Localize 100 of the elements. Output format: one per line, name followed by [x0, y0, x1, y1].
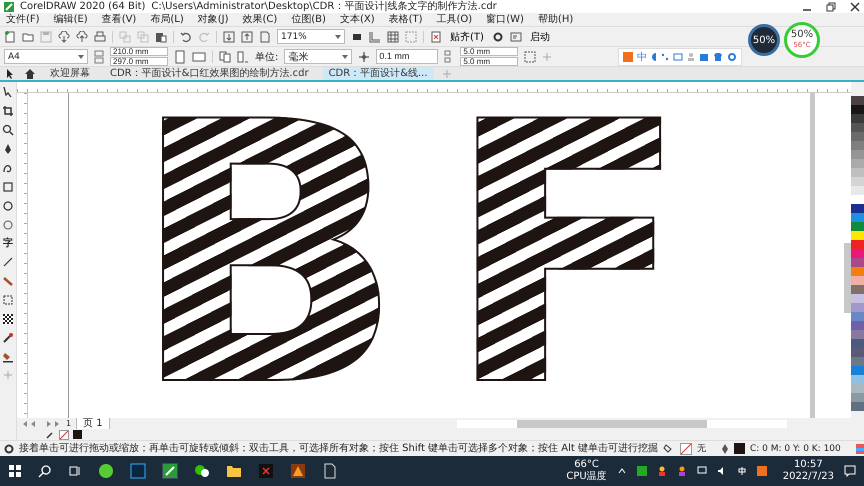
pen-app-icon[interactable] [162, 463, 178, 479]
print-icon[interactable] [94, 30, 106, 42]
zoom-tool-icon[interactable] [2, 124, 14, 136]
grid-icon[interactable] [387, 30, 399, 42]
duplicate-x-field[interactable]: 5.0 mm [460, 47, 518, 56]
page-height-field[interactable]: 297.0 mm [110, 57, 168, 66]
page-size-field[interactable]: A4 [4, 49, 88, 64]
curve-tool-icon[interactable] [2, 162, 14, 174]
folder-icon[interactable] [22, 30, 34, 42]
all-pages-icon[interactable] [219, 50, 231, 62]
palette-swatch[interactable] [851, 150, 864, 159]
crop-tool-icon[interactable] [2, 105, 14, 117]
palette-swatch[interactable] [851, 213, 864, 222]
palette-swatch[interactable] [851, 339, 864, 348]
page-width-field[interactable]: 210.0 mm [110, 47, 168, 56]
shape-tool-icon[interactable] [2, 86, 14, 98]
input-method-toolbar[interactable]: 中 [618, 48, 742, 66]
dark-app-icon[interactable] [258, 463, 274, 479]
pen-tool-icon[interactable] [2, 143, 14, 155]
palette-swatch[interactable] [851, 375, 864, 384]
palette-swatch[interactable] [851, 348, 864, 357]
portrait-icon[interactable] [174, 50, 186, 64]
search-icon[interactable] [38, 464, 52, 478]
palette-swatch[interactable] [851, 177, 864, 186]
document-tab[interactable]: CDR：平面设计&线... [322, 67, 434, 80]
menu-item[interactable]: 编辑(E) [54, 14, 88, 26]
landscape-icon[interactable] [192, 50, 206, 62]
person-tray-icon[interactable] [656, 466, 667, 476]
new-document-icon[interactable] [4, 30, 16, 42]
fill-tool-icon[interactable] [2, 351, 14, 363]
import-icon[interactable] [223, 30, 235, 42]
settings-icon[interactable] [492, 30, 504, 42]
document-color-swatch[interactable] [73, 430, 82, 439]
start-icon[interactable] [8, 464, 22, 478]
menu-item[interactable]: 效果(C) [242, 14, 278, 26]
palette-swatch[interactable] [851, 240, 864, 249]
palette-swatch[interactable] [851, 249, 864, 258]
input-mode-label[interactable]: 中 [637, 50, 647, 64]
document-app-icon[interactable] [322, 463, 338, 479]
palette-swatch[interactable] [851, 285, 864, 294]
palette-swatch[interactable] [851, 366, 864, 375]
palette-swatch[interactable] [851, 231, 864, 240]
circle-app-icon[interactable] [98, 463, 114, 479]
menu-item[interactable]: 查看(V) [102, 14, 136, 26]
palette-swatch[interactable] [851, 195, 864, 204]
transparency-tool-icon[interactable] [2, 313, 14, 325]
menu-item[interactable]: 表格(T) [388, 14, 423, 26]
palette-swatch[interactable] [851, 393, 864, 402]
page-border-icon[interactable] [524, 50, 536, 62]
app-tray-icon[interactable] [756, 466, 767, 476]
palette-swatch[interactable] [851, 204, 864, 213]
shirt-icon[interactable] [713, 52, 723, 62]
palette-swatch[interactable] [851, 267, 864, 276]
rectangle-tool-icon[interactable] [2, 181, 14, 193]
eyedropper-tool-icon[interactable] [2, 332, 14, 344]
cloud-download-icon[interactable] [58, 30, 70, 42]
line-tool-icon[interactable] [2, 256, 14, 268]
palette-swatch[interactable] [851, 276, 864, 285]
palette-swatch[interactable] [851, 294, 864, 303]
menu-item[interactable]: 窗口(W) [486, 14, 524, 26]
paste-icon[interactable] [155, 30, 167, 42]
no-color-swatch[interactable] [59, 430, 69, 440]
network-icon[interactable] [696, 466, 707, 476]
palette-swatch[interactable] [851, 303, 864, 312]
menu-item[interactable]: 工具(O) [436, 14, 472, 26]
restore-icon[interactable] [826, 2, 836, 12]
chat-bubbles-icon[interactable] [194, 463, 210, 479]
task-view-icon[interactable] [68, 464, 82, 478]
palette-swatch[interactable] [851, 141, 864, 150]
palette-swatch[interactable] [851, 357, 864, 366]
square-tray-icon[interactable] [636, 466, 647, 476]
cloud-upload-icon[interactable] [76, 30, 88, 42]
menu-item[interactable]: 位图(B) [291, 14, 326, 26]
menu-item[interactable]: 文本(X) [340, 14, 375, 26]
palette-swatch[interactable] [851, 105, 864, 114]
palette-swatch[interactable] [851, 132, 864, 141]
current-page-icon[interactable] [237, 50, 249, 62]
eyedropper-icon[interactable] [45, 430, 55, 440]
figure-tray-icon[interactable] [676, 466, 687, 476]
connector-tool-icon[interactable] [2, 275, 14, 287]
document-tab[interactable]: CDR：平面设计&口红效果图的绘制方法.cdr [104, 67, 315, 80]
close-icon[interactable] [850, 2, 860, 12]
palette-swatch[interactable] [851, 258, 864, 267]
ellipse-tool-icon[interactable] [2, 200, 14, 212]
palette-swatch[interactable] [851, 384, 864, 393]
window-icon[interactable] [510, 30, 522, 42]
palette-swatch[interactable] [851, 312, 864, 321]
page-tab[interactable]: 页 1 [76, 418, 110, 430]
nudge-distance-field[interactable]: 0.1 mm [376, 49, 438, 64]
menu-item[interactable]: 布局(L) [150, 14, 184, 26]
units-field[interactable]: 毫米 [284, 49, 352, 64]
menu-item[interactable]: 文件(F) [6, 14, 40, 26]
palette-swatch[interactable] [851, 222, 864, 231]
document-tab[interactable]: 欢迎屏幕 [44, 67, 96, 80]
palette-swatch[interactable] [851, 96, 864, 105]
palette-swatch[interactable] [851, 168, 864, 177]
pick-tool-icon[interactable] [4, 68, 16, 80]
palette-swatch[interactable] [851, 321, 864, 330]
text-tool[interactable]: 字 [3, 238, 13, 249]
folder-icon[interactable] [226, 463, 242, 479]
